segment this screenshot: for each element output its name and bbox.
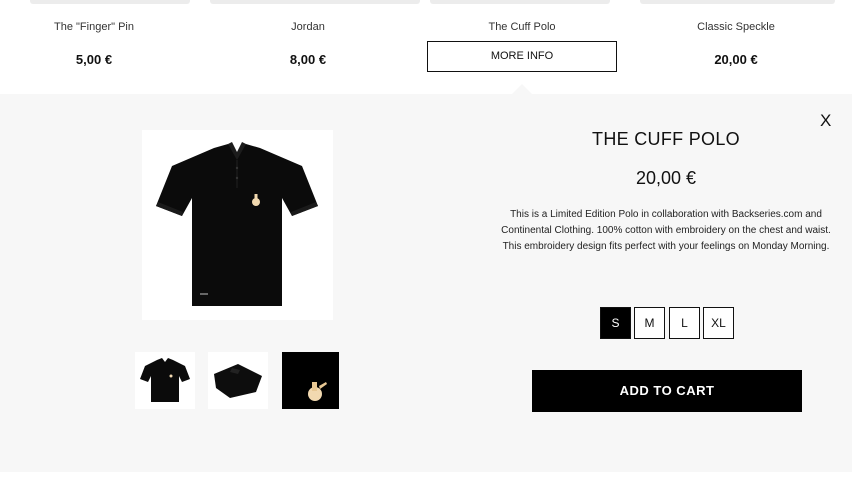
- embroidery-detail-icon: [308, 382, 327, 401]
- product-name[interactable]: The "Finger" Pin: [0, 21, 194, 33]
- product-price: 20,00 €: [714, 52, 758, 67]
- thumbnail-embroidery[interactable]: [282, 352, 339, 409]
- product-strip: The "Finger" Pin 5,00 € Jordan 8,00 € Th…: [0, 0, 852, 94]
- size-option-m[interactable]: M: [634, 307, 665, 339]
- polo-shirt-image: [156, 142, 318, 306]
- product-detail-panel: [0, 94, 852, 472]
- product-name[interactable]: The Cuff Polo: [422, 21, 622, 33]
- more-info-button[interactable]: MORE INFO: [427, 41, 617, 72]
- add-to-cart-button[interactable]: ADD TO CART: [532, 370, 802, 412]
- size-option-l[interactable]: L: [669, 307, 700, 339]
- size-option-xl[interactable]: XL: [703, 307, 734, 339]
- main-product-image[interactable]: [142, 130, 333, 320]
- product-name[interactable]: Jordan: [208, 21, 408, 33]
- product-description: This is a Limited Edition Polo in collab…: [501, 209, 831, 252]
- thumbnail-folded[interactable]: [208, 352, 268, 409]
- thumbnail-front[interactable]: [135, 352, 195, 409]
- panel-pointer: [512, 84, 532, 94]
- strip-top-edge: [0, 0, 852, 8]
- product-price: 5,00 €: [75, 52, 113, 67]
- size-option-s[interactable]: S: [600, 307, 631, 339]
- close-button[interactable]: X: [820, 111, 831, 131]
- product-title: THE CUFF POLO: [592, 129, 740, 149]
- product-name[interactable]: Classic Speckle: [636, 21, 836, 33]
- product-price: 8,00 €: [289, 52, 327, 67]
- polo-thumbnail-icon: [140, 358, 190, 402]
- product-detail-price: 20,00 €: [635, 168, 697, 188]
- folded-polo-icon: [214, 364, 262, 398]
